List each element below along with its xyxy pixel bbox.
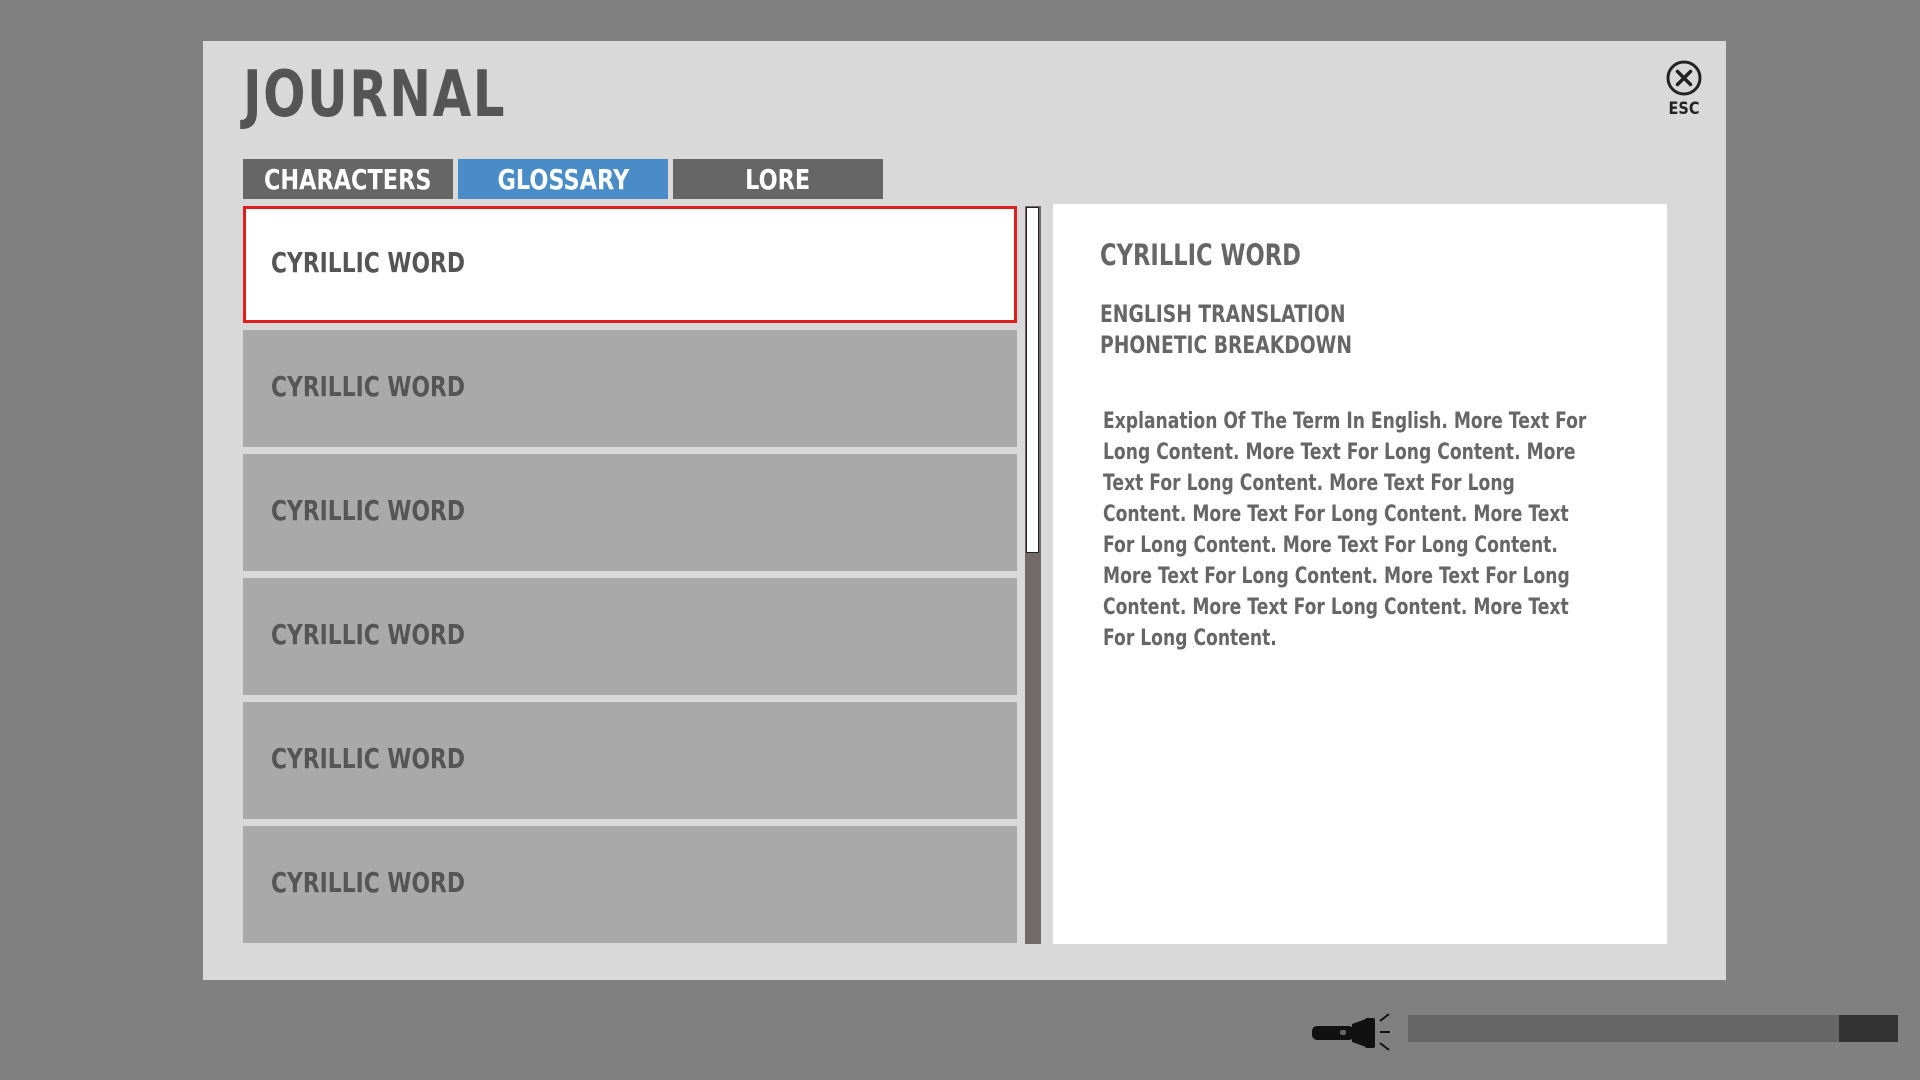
tab-label: CHARACTERS <box>264 163 432 196</box>
glossary-entry[interactable]: CYRILLIC WORD <box>243 826 1017 943</box>
glossary-entry[interactable]: CYRILLIC WORD <box>243 206 1017 323</box>
tab-lore[interactable]: LORE <box>673 159 883 199</box>
tab-label: GLOSSARY <box>497 163 629 196</box>
detail-panel: CYRILLIC WORD ENGLISH TRANSLATION PHONET… <box>1053 204 1667 944</box>
entry-label: CYRILLIC WORD <box>271 494 465 527</box>
entry-label: CYRILLIC WORD <box>271 866 465 899</box>
scrollbar-thumb[interactable] <box>1026 207 1039 553</box>
glossary-entry[interactable]: CYRILLIC WORD <box>243 454 1017 571</box>
detail-phonetic: PHONETIC BREAKDOWN <box>1100 331 1352 359</box>
detail-description: Explanation Of The Term In English. More… <box>1103 409 1587 651</box>
entry-label: CYRILLIC WORD <box>271 370 465 403</box>
journal-panel: JOURNAL ESC CHARACTERS GLOSSARY LORE CYR… <box>203 41 1726 980</box>
glossary-entry[interactable]: CYRILLIC WORD <box>243 330 1017 447</box>
glossary-entry[interactable]: CYRILLIC WORD <box>243 578 1017 695</box>
tab-label: LORE <box>745 163 811 196</box>
detail-word: CYRILLIC WORD <box>1100 238 1301 272</box>
battery-fill <box>1839 1015 1898 1042</box>
flashlight-hud <box>1310 1010 1900 1058</box>
tab-characters[interactable]: CHARACTERS <box>243 159 453 199</box>
list-scrollbar[interactable] <box>1025 206 1041 944</box>
flashlight-icon <box>1312 1013 1390 1051</box>
glossary-list: CYRILLIC WORD CYRILLIC WORD CYRILLIC WOR… <box>243 206 1017 944</box>
esc-label: ESC <box>1668 99 1700 119</box>
entry-label: CYRILLIC WORD <box>271 742 465 775</box>
detail-translation: ENGLISH TRANSLATION <box>1100 300 1346 328</box>
glossary-entry[interactable]: CYRILLIC WORD <box>243 702 1017 819</box>
entry-label: CYRILLIC WORD <box>271 246 465 279</box>
tab-glossary[interactable]: GLOSSARY <box>458 159 668 199</box>
close-circle-icon <box>1666 60 1702 96</box>
battery-bar <box>1408 1015 1898 1042</box>
close-button[interactable]: ESC <box>1658 59 1710 119</box>
journal-title: JOURNAL <box>243 58 507 132</box>
entry-label: CYRILLIC WORD <box>271 618 465 651</box>
